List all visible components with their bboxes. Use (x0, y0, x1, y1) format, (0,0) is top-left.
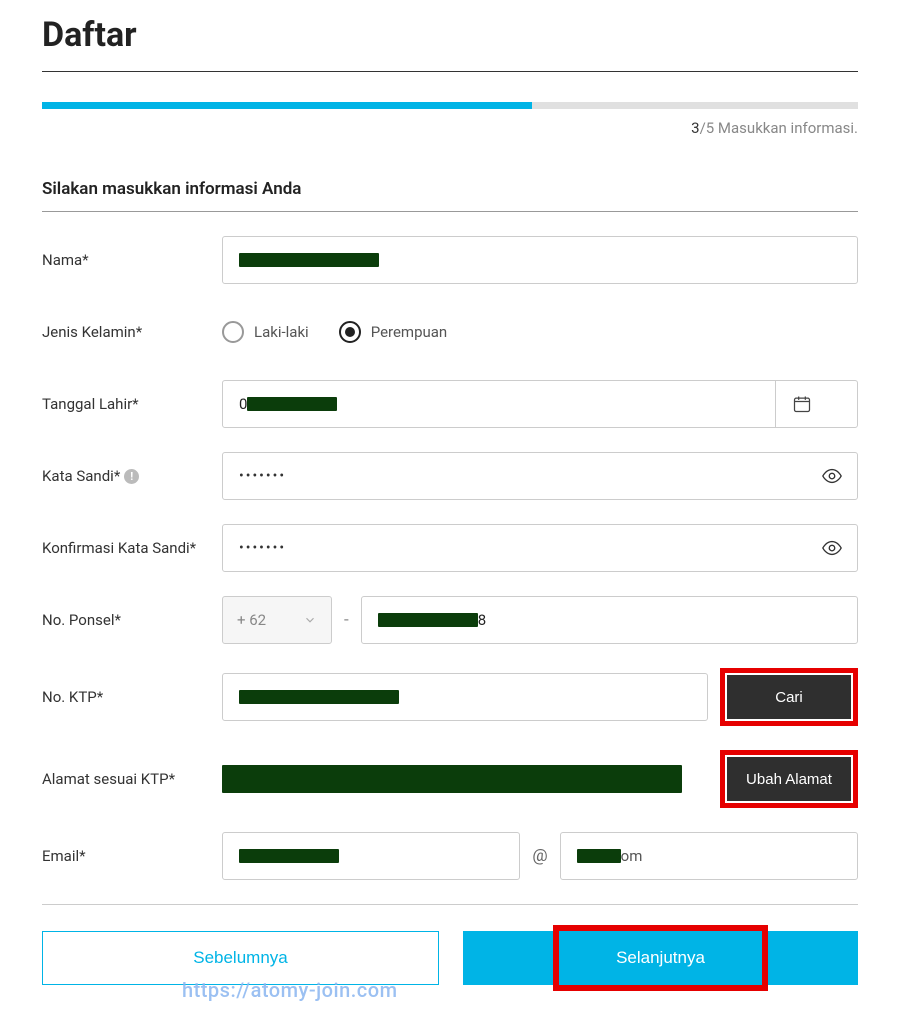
radio-circle-male (222, 321, 244, 343)
progress-bar (42, 102, 858, 109)
progress-fill (42, 102, 532, 109)
ktp-value-redacted (239, 690, 399, 704)
eye-icon-password-confirm[interactable] (821, 537, 843, 559)
phone-value-redacted (378, 613, 478, 627)
prev-button[interactable]: Sebelumnya (42, 931, 439, 985)
password-value: ••••••• (239, 468, 286, 484)
label-gender: Jenis Kelamin* (42, 323, 222, 341)
highlight-address-button: Ubah Alamat (720, 750, 858, 808)
label-password-confirm: Konfirmasi Kata Sandi* (42, 539, 222, 557)
progress-step-current: 3 (691, 119, 699, 137)
row-password: Kata Sandi* ! ••••••• (42, 452, 858, 500)
input-ktp[interactable] (222, 673, 708, 721)
input-password-confirm[interactable]: ••••••• (222, 524, 858, 572)
email-domain-suffix: om (621, 847, 643, 865)
row-address: Alamat sesuai KTP* Ubah Alamat (42, 750, 858, 808)
calendar-icon-wrap[interactable] (775, 380, 827, 428)
input-name[interactable] (222, 236, 858, 284)
radio-male[interactable]: Laki-laki (222, 321, 309, 343)
row-password-confirm: Konfirmasi Kata Sandi* ••••••• (42, 524, 858, 572)
name-value-redacted (239, 253, 379, 267)
radio-circle-female (339, 321, 361, 343)
row-ktp: No. KTP* Cari (42, 668, 858, 726)
email-at-symbol: @ (532, 846, 547, 866)
label-password: Kata Sandi* ! (42, 467, 222, 485)
email-local-redacted (239, 849, 339, 863)
label-ktp: No. KTP* (42, 688, 222, 706)
address-value-redacted (222, 765, 682, 793)
address-value (222, 765, 708, 793)
input-password[interactable]: ••••••• (222, 452, 858, 500)
nav-row: Sebelumnya Selanjutnya (42, 931, 858, 985)
radio-female[interactable]: Perempuan (339, 321, 448, 343)
row-name: Nama* (42, 236, 858, 284)
radio-label-female: Perempuan (371, 323, 448, 341)
calendar-icon (792, 394, 812, 414)
progress-label: Masukkan informasi. (714, 119, 858, 137)
row-dob: Tanggal Lahir* 0 (42, 380, 858, 428)
input-phone[interactable]: 8 (361, 596, 858, 644)
dob-value-redacted (247, 397, 337, 411)
page-title: Daftar (42, 15, 858, 72)
section-title: Silakan masukkan informasi Anda (42, 179, 858, 212)
change-address-button[interactable]: Ubah Alamat (727, 757, 851, 801)
input-email-local[interactable] (222, 832, 520, 880)
input-dob[interactable]: 0 (222, 380, 858, 428)
password-confirm-value: ••••••• (239, 540, 286, 556)
email-domain-redacted (577, 849, 621, 863)
progress-text: 3/5 Masukkan informasi. (42, 119, 858, 137)
search-ktp-button[interactable]: Cari (727, 675, 851, 719)
chevron-down-icon (303, 613, 317, 627)
progress-step-total: /5 (700, 119, 715, 137)
label-name: Nama* (42, 251, 222, 269)
radio-label-male: Laki-laki (254, 323, 309, 341)
next-button[interactable]: Selanjutnya (463, 931, 858, 985)
eye-icon-password[interactable] (821, 465, 843, 487)
phone-prefix-select[interactable]: + 62 (222, 596, 332, 644)
highlight-ktp-button: Cari (720, 668, 858, 726)
label-phone: No. Ponsel* (42, 611, 222, 629)
divider (42, 904, 858, 905)
row-email: Email* @ om (42, 832, 858, 880)
label-dob: Tanggal Lahir* (42, 395, 222, 413)
progress-section: 3/5 Masukkan informasi. (42, 102, 858, 137)
info-icon[interactable]: ! (124, 469, 139, 484)
input-email-domain[interactable]: om (560, 832, 858, 880)
row-gender: Jenis Kelamin* Laki-laki Perempuan (42, 308, 858, 356)
label-address: Alamat sesuai KTP* (42, 770, 222, 788)
row-phone: No. Ponsel* + 62 - 8 (42, 596, 858, 644)
phone-prefix-value: + 62 (237, 611, 266, 629)
label-password-text: Kata Sandi* (42, 467, 120, 485)
label-email: Email* (42, 847, 222, 865)
phone-separator: - (344, 610, 349, 630)
gender-radio-group: Laki-laki Perempuan (222, 321, 447, 343)
